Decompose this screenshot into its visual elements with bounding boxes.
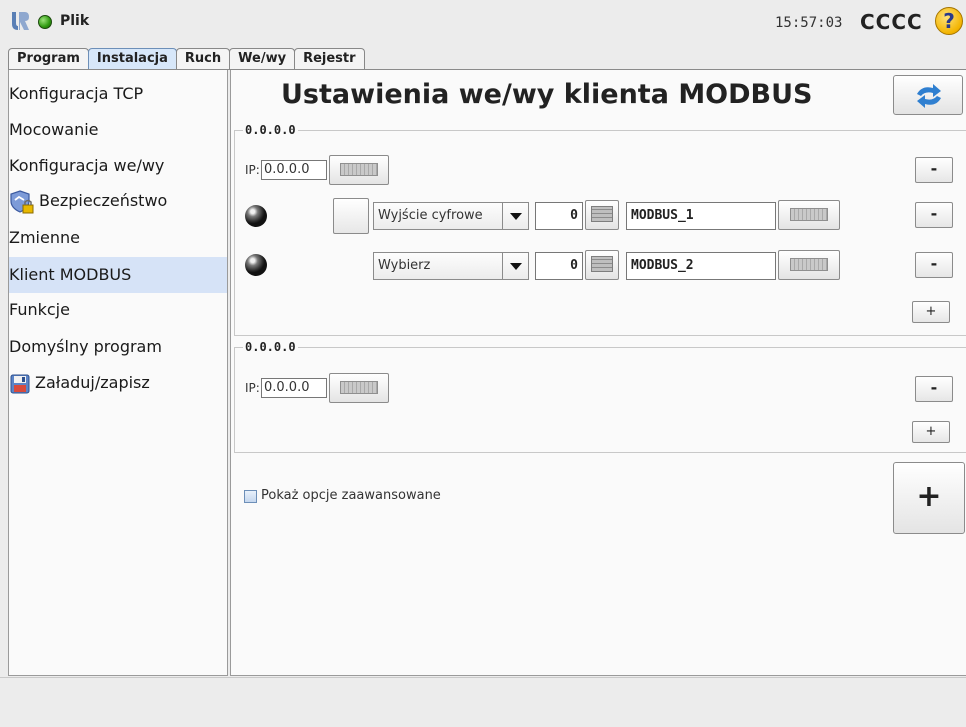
signal-address-input[interactable]: 0 [535,202,583,230]
ip-input[interactable]: 0.0.0.0 [261,160,327,180]
signal-address-input[interactable]: 0 [535,252,583,280]
add-unit-button[interactable]: + [893,462,965,534]
refresh-icon [917,84,941,108]
clock: 15:57:03 [775,15,843,31]
sidebar-item-tcp-config[interactable]: Konfiguracja TCP [9,76,227,112]
unit-address-label: 0.0.0.0 [243,340,298,354]
sidebar-item-label: Mocowanie [9,120,99,139]
unit-address-label: 0.0.0.0 [243,123,298,137]
name-keyboard-button[interactable] [778,250,840,280]
sidebar-item-default-program[interactable]: Domyślny program [9,329,227,365]
ip-label: IP: [245,381,260,395]
tab-move[interactable]: Ruch [175,48,231,70]
signal-name-input[interactable]: MODBUS_2 [626,252,776,280]
tab-installation[interactable]: Instalacja [87,48,177,70]
file-menu[interactable]: Plik [60,13,89,29]
tab-io[interactable]: We/wy [229,48,296,70]
signal-type-value: Wyjście cyfrowe [378,208,483,223]
add-signal-button[interactable]: + [912,421,950,443]
modbus-unit-1: 0.0.0.0 IP: 0.0.0.0 - Wyjście cyfrowe 0 … [234,123,966,336]
remove-unit-button[interactable]: - [915,376,953,402]
sidebar-item-io-setup[interactable]: Konfiguracja we/wy [9,148,227,184]
sidebar-item-modbus-client[interactable]: Klient MODBUS [9,257,227,293]
chevron-down-icon [502,253,528,279]
sidebar-item-label: Domyślny program [9,337,162,356]
sidebar-item-label: Klient MODBUS [9,265,132,284]
keyboard-icon [340,163,378,176]
sidebar-item-label: Konfiguracja TCP [9,84,144,103]
add-signal-button[interactable]: + [912,301,950,323]
sidebar-item-mounting[interactable]: Mocowanie [9,112,227,148]
remove-signal-button[interactable]: - [915,252,953,278]
modbus-unit-2: 0.0.0.0 IP: 0.0.0.0 - + [234,340,966,453]
shield-lock-icon [10,189,34,213]
help-icon[interactable]: ? [935,7,963,35]
remove-signal-button[interactable]: - [915,202,953,228]
sidebar-item-label: Konfiguracja we/wy [9,156,165,175]
top-bar: Plik 15:57:03 CCCC ? [0,0,966,44]
sidebar-item-load-save[interactable]: Załaduj/zapisz [9,365,227,401]
bottom-bar [0,677,966,727]
modbus-settings-panel: Ustawienia we/wy klienta MODBUS 0.0.0.0 … [230,70,966,676]
signal-status-led-icon [245,205,267,227]
chevron-down-icon [502,203,528,229]
sidebar-item-variables[interactable]: Zmienne [9,220,227,256]
sidebar-item-label: Bezpieczeństwo [39,191,168,210]
keyboard-icon [790,258,828,271]
main-tabs: Program Instalacja Ruch We/wy Rejestr [8,48,365,70]
show-advanced-label[interactable]: Pokaż opcje zaawansowane [261,488,441,503]
sidebar-item-label: Załaduj/zapisz [35,373,150,392]
sidebar-item-label: Funkcje [9,300,70,319]
ip-label: IP: [245,163,260,177]
sidebar-item-features[interactable]: Funkcje [9,292,227,328]
signal-status-led-icon [245,254,267,276]
tab-program[interactable]: Program [8,48,89,70]
keyboard-icon [340,381,378,394]
keyboard-icon [790,208,828,221]
remove-unit-button[interactable]: - [915,157,953,183]
signal-type-value: Wybierz [378,258,431,273]
ur-logo-icon [12,12,29,30]
sidebar-item-safety[interactable]: Bezpieczeństwo [9,183,227,219]
page-title: Ustawienia we/wy klienta MODBUS [281,79,813,110]
address-keypad-button[interactable] [585,250,619,280]
tab-log[interactable]: Rejestr [294,48,365,70]
robot-status-icon [38,15,52,29]
floppy-disk-icon [10,374,30,393]
name-keyboard-button[interactable] [778,200,840,230]
ip-keyboard-button[interactable] [329,373,389,403]
keypad-icon [591,256,613,272]
show-advanced-checkbox[interactable] [244,490,257,503]
signal-type-select[interactable]: Wybierz [373,252,529,280]
signal-type-select[interactable]: Wyjście cyfrowe [373,202,529,230]
address-keypad-button[interactable] [585,200,619,230]
refresh-button[interactable] [893,75,963,115]
sidebar-item-label: Zmienne [9,228,80,247]
keypad-icon [591,206,613,222]
ip-input[interactable]: 0.0.0.0 [261,378,327,398]
signal-value-toggle[interactable] [333,198,369,234]
installation-sidebar: Konfiguracja TCP Mocowanie Konfiguracja … [8,70,228,676]
ip-keyboard-button[interactable] [329,155,389,185]
robot-name: CCCC [860,10,923,34]
signal-name-input[interactable]: MODBUS_1 [626,202,776,230]
